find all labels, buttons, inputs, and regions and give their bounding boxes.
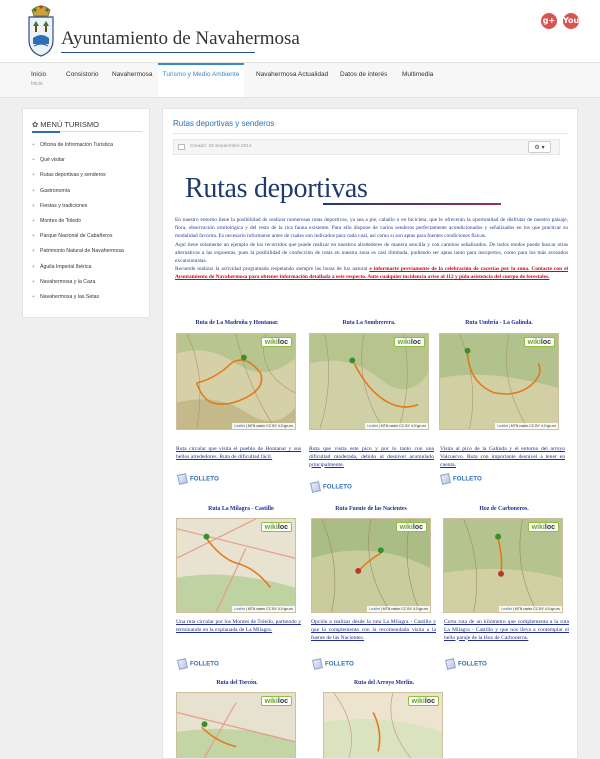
gear-icon: ✿ <box>32 120 39 129</box>
sidebar-item[interactable]: + Gastronomía <box>32 188 124 203</box>
route-description[interactable]: Corta ruta de un kilómetro que complemen… <box>444 619 569 642</box>
nav-item-label: Inicio <box>31 71 47 78</box>
sidebar-item[interactable]: + Águila Imperial Ibérica <box>32 264 124 279</box>
rutas-banner: Rutas deportivas <box>173 167 501 211</box>
route-description[interactable]: Visita al pico de la Galinda y el entorn… <box>440 446 565 469</box>
created-date: Creado: 26 Septiembre 2014 <box>190 144 252 149</box>
sidebar-item[interactable]: + Oficina de Información Turística <box>32 142 124 157</box>
folleto-link[interactable]: FOLLETO <box>312 658 354 670</box>
sidebar-menu: ✿ MENÚ TURISMO + Oficina de Información Tu… <box>22 108 150 318</box>
folleto-link[interactable]: FOLLETO <box>177 473 219 485</box>
map-attribution: Leaflet | MTN raster CC BY 4.0 ign.es <box>495 423 558 429</box>
sidebar-item[interactable]: + Rutas deportivas y senderos <box>32 172 124 187</box>
youtube-icon[interactable]: You <box>563 13 579 29</box>
sidebar-list: + Oficina de Información Turística + Qué v… <box>32 142 124 309</box>
brochure-icon <box>440 473 451 485</box>
nav-item-inicio[interactable]: Inicio Inicio <box>31 63 46 97</box>
wikiloc-logo[interactable]: wikiloc <box>260 522 292 532</box>
sidebar-item[interactable]: + Qué visitar <box>32 157 124 172</box>
folleto-link[interactable]: FOLLETO <box>445 658 487 670</box>
nav-item-actualidad[interactable]: Navahermosa Actualidad <box>256 63 328 97</box>
folleto-link[interactable]: FOLLETO <box>440 473 482 485</box>
wikiloc-logo[interactable]: wikiloc <box>393 337 425 347</box>
site-header: Ayuntamiento de Navahermosa g+ You <box>0 0 600 62</box>
nav-item-consistorio[interactable]: Consistorio <box>66 63 99 97</box>
folleto-link[interactable]: FOLLETO <box>177 658 219 670</box>
route-description[interactable]: Ruta circular que visita el pueblo de Ho… <box>176 446 301 462</box>
wikiloc-logo[interactable]: wikiloc <box>527 522 559 532</box>
route-map[interactable]: wikiloc Leaflet | MTN raster CC BY 4.0 i… <box>309 333 429 430</box>
article-panel: Rutas deportivas y senderos Creado: 26 S… <box>162 108 578 759</box>
nav-item-sub: Inicio <box>31 81 43 87</box>
intro-text: En nuestro entorno tiene la posibilidad … <box>175 217 568 281</box>
brochure-icon <box>177 658 188 670</box>
map-attribution: Leaflet | MTN raster CC BY 4.0 ign.es <box>232 423 295 429</box>
route-description[interactable]: Una ruta circular por los Montes de Tole… <box>176 619 301 635</box>
wikiloc-logo[interactable]: wikiloc <box>260 696 292 706</box>
banner-underline <box>323 203 501 205</box>
map-attribution: Leaflet | MTN raster CC BY 4.0 ign.es <box>232 606 295 612</box>
title-divider <box>173 133 568 134</box>
sidebar-divider <box>32 131 142 133</box>
google-plus-icon[interactable]: g+ <box>541 13 557 29</box>
route-map[interactable]: wikiloc Leaflet | MTN raster CC BY 4.0 i… <box>443 518 563 613</box>
route-title[interactable]: Ruta Umbría - La Galinda. <box>439 320 559 326</box>
brochure-icon <box>445 658 456 670</box>
sidebar-item[interactable]: + Fiestas y tradiciones <box>32 203 124 218</box>
sidebar-item[interactable]: + Navahermosa y las Setas <box>32 294 124 309</box>
route-title[interactable]: Ruta La Sombrerera. <box>309 320 429 326</box>
route-title[interactable]: Ruta Fuente de las Nacientes <box>311 506 431 512</box>
route-map[interactable]: wikiloc Leaflet | MTN raster CC BY 4.0 i… <box>176 518 296 613</box>
route-map[interactable]: wikiloc Leaflet | MTN raster CC BY 4.0 i… <box>439 333 559 430</box>
article-meta-bar: Creado: 26 Septiembre 2014 ⚙ ▾ <box>173 139 560 155</box>
sidebar-title: ✿ MENÚ TURISMO <box>32 120 99 129</box>
sidebar-item[interactable]: + Navahermosa y la Caza <box>32 279 124 294</box>
route-title[interactable]: Hoz de Carboneros. <box>444 506 564 512</box>
sidebar-item[interactable]: + Parque Nacional de Cabañeros <box>32 233 124 248</box>
route-title[interactable]: Ruta del Arroyo Merlín. <box>324 680 444 686</box>
map-attribution: Leaflet | MTN raster CC BY 4.0 ign.es <box>367 606 430 612</box>
map-attribution: Leaflet | MTN raster CC BY 4.0 ign.es <box>499 606 562 612</box>
route-title[interactable]: Ruta de La Madroña y Hontanar. <box>177 320 297 326</box>
coat-of-arms-logo[interactable] <box>24 4 58 58</box>
wikiloc-logo[interactable]: wikiwikilocloc <box>260 337 292 347</box>
main-nav: Inicio Inicio Consistorio Navahermosa Tu… <box>0 62 600 98</box>
article-tools-button[interactable]: ⚙ ▾ <box>528 141 551 153</box>
route-title[interactable]: Ruta del Torcón. <box>177 680 297 686</box>
sidebar-item[interactable]: + Patrimonio Natural de Navahermosa <box>32 248 124 263</box>
nav-item-datos[interactable]: Datos de interés <box>340 63 387 97</box>
site-title[interactable]: Ayuntamiento de Navahermosa <box>61 28 300 50</box>
brochure-icon <box>310 481 321 493</box>
nav-item-turismo[interactable]: Turismo y Medio Ambiente <box>158 63 244 97</box>
route-description[interactable]: Ruta que visita este pico y por lo tanto… <box>309 446 434 469</box>
sidebar-item[interactable]: + Montes de Toledo <box>32 218 124 233</box>
route-description[interactable]: Opción a realizar desde la ruta La Milag… <box>311 619 436 642</box>
folleto-link[interactable]: FOLLETO <box>310 481 352 493</box>
route-map[interactable]: wikiloc Leaflet | MTN raster CC BY 4.0 i… <box>311 518 431 613</box>
wikiloc-logo[interactable]: wikiloc <box>523 337 555 347</box>
wikiloc-logo[interactable]: wikiloc <box>395 522 427 532</box>
nav-item-multimedia[interactable]: Multimedia <box>402 63 433 97</box>
map-attribution: Leaflet | MTN raster CC BY 4.0 ign.es <box>365 423 428 429</box>
site-title-underline <box>61 52 255 53</box>
route-map[interactable]: wikiwikilocloc Leaflet | MTN raster CC B… <box>176 333 296 430</box>
banner-text: Rutas deportivas <box>185 173 368 204</box>
brochure-icon <box>312 658 323 670</box>
route-map[interactable]: wikiloc <box>323 692 443 758</box>
route-map[interactable]: wikiloc <box>176 692 296 758</box>
route-title[interactable]: Ruta La Milagra - Castillo <box>176 506 306 512</box>
page-title[interactable]: Rutas deportivas y senderos <box>173 119 274 128</box>
brochure-icon <box>177 473 188 485</box>
wikiloc-logo[interactable]: wikiloc <box>407 696 439 706</box>
calendar-icon <box>178 144 185 150</box>
nav-item-navahermosa[interactable]: Navahermosa <box>112 63 152 97</box>
